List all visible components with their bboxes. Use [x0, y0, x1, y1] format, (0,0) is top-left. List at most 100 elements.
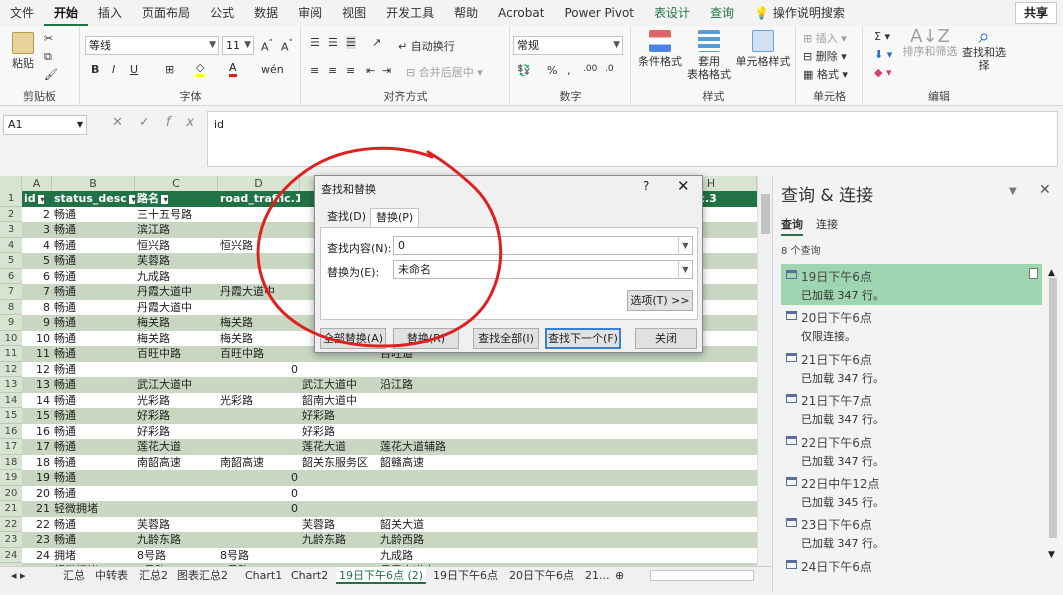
orientation-icon[interactable]: ↗: [372, 36, 381, 49]
number-format-combo[interactable]: 常规 ▼: [513, 36, 623, 55]
table-cell[interactable]: 武江大道中: [300, 377, 378, 393]
row-header[interactable]: 16: [0, 423, 22, 439]
table-cell[interactable]: 畅通: [52, 455, 135, 471]
header-cell[interactable]: 路名 ▾: [135, 191, 218, 207]
replace-button[interactable]: 替换(R): [393, 328, 459, 349]
table-cell[interactable]: 梅关路: [135, 315, 218, 331]
tab-queries[interactable]: 查询: [781, 216, 803, 236]
query-item[interactable]: 21日下午7点 已加载 347 行。: [781, 388, 1042, 429]
row-header[interactable]: 7: [0, 284, 22, 300]
close-icon[interactable]: ✕: [1039, 182, 1051, 198]
select-all-corner[interactable]: [0, 176, 22, 191]
find-next-button[interactable]: 查找下一个(F): [545, 328, 621, 349]
table-cell[interactable]: [218, 207, 300, 223]
table-cell[interactable]: 百旺中路: [218, 346, 300, 362]
align-left-icon[interactable]: ≡: [310, 64, 319, 77]
formula-input[interactable]: id: [207, 111, 1058, 167]
filter-dropdown-icon[interactable]: ▾: [161, 195, 168, 204]
phonetic-icon[interactable]: wén: [261, 63, 284, 76]
align-center-icon[interactable]: ≡: [328, 64, 337, 77]
table-cell[interactable]: [218, 222, 300, 238]
grow-font-icon[interactable]: A˄: [261, 38, 273, 54]
table-cell[interactable]: 九龄东路: [135, 532, 218, 548]
font-color-icon[interactable]: A: [229, 61, 237, 77]
table-cell[interactable]: 恒兴路: [135, 238, 218, 254]
table-cell[interactable]: 韶关东服务区: [300, 455, 378, 471]
table-cell[interactable]: 梅关路: [135, 331, 218, 347]
table-cell[interactable]: 7: [22, 284, 52, 300]
table-cell[interactable]: 9: [22, 315, 52, 331]
row-header[interactable]: 22: [0, 516, 22, 532]
table-cell[interactable]: 13: [22, 377, 52, 393]
table-cell[interactable]: 滨江路: [135, 222, 218, 238]
table-cell[interactable]: 拥堵: [52, 548, 135, 564]
scroll-up-icon[interactable]: ▲: [1048, 268, 1055, 278]
menu-tab-1[interactable]: 开始: [44, 0, 89, 26]
sheet-tab[interactable]: 汇总2: [136, 567, 171, 584]
table-cell[interactable]: [135, 501, 218, 517]
table-cell[interactable]: 畅通: [52, 331, 135, 347]
table-cell[interactable]: 6: [22, 269, 52, 285]
table-cell[interactable]: 0: [218, 362, 300, 378]
table-cell[interactable]: 20: [22, 486, 52, 502]
table-cell[interactable]: [218, 424, 300, 440]
fill-color-icon[interactable]: ◇: [196, 61, 205, 77]
row-header[interactable]: 3: [0, 222, 22, 238]
table-cell[interactable]: 0: [218, 486, 300, 502]
italic-button[interactable]: I: [112, 63, 115, 76]
row-header[interactable]: 6: [0, 268, 22, 284]
column-header[interactable]: A: [22, 176, 52, 191]
table-cell[interactable]: 畅通: [52, 284, 135, 300]
row-header[interactable]: 4: [0, 237, 22, 253]
menu-tab-5[interactable]: 数据: [244, 0, 288, 26]
tab-replace[interactable]: 替换(P): [370, 208, 420, 228]
query-item[interactable]: 20日下午6点 仅限连接。: [781, 305, 1042, 346]
table-cell[interactable]: 畅通: [52, 439, 135, 455]
row-header[interactable]: 17: [0, 439, 22, 455]
row-header[interactable]: 18: [0, 454, 22, 470]
table-cell[interactable]: 丹霞大道中: [135, 284, 218, 300]
table-cell[interactable]: 三十五号路: [135, 207, 218, 223]
copy-icon[interactable]: ⧉: [44, 50, 52, 64]
table-cell[interactable]: 好彩路: [300, 424, 378, 440]
row-header[interactable]: 12: [0, 361, 22, 377]
table-cell[interactable]: 南韶高速: [135, 455, 218, 471]
row-header[interactable]: 2: [0, 206, 22, 222]
format-cells-button[interactable]: ▦ 格式 ▾: [803, 66, 848, 82]
borders-icon[interactable]: ⊞: [165, 63, 174, 76]
decrease-indent-icon[interactable]: ⇤: [366, 64, 375, 77]
table-cell[interactable]: 5: [22, 253, 52, 269]
table-cell[interactable]: [135, 362, 218, 378]
table-cell[interactable]: 8: [22, 300, 52, 316]
font-size-combo[interactable]: 11 ▼: [222, 36, 254, 55]
row-header[interactable]: 23: [0, 532, 22, 548]
table-cell[interactable]: 畅通: [52, 486, 135, 502]
table-cell[interactable]: 22: [22, 517, 52, 533]
help-icon[interactable]: ?: [643, 179, 649, 193]
menu-tab-11[interactable]: Power Pivot: [554, 0, 644, 26]
scroll-thumb[interactable]: [1049, 278, 1057, 538]
currency-icon[interactable]: 💱: [517, 64, 531, 77]
table-cell[interactable]: [218, 408, 300, 424]
align-bottom-icon[interactable]: ☰: [346, 36, 356, 49]
table-cell[interactable]: 畅通: [52, 393, 135, 409]
merge-center-button[interactable]: ⊟ 合并后居中 ▾: [406, 64, 483, 80]
table-cell[interactable]: 梅关路: [218, 315, 300, 331]
table-cell[interactable]: [218, 532, 300, 548]
query-item[interactable]: 24日下午6点: [781, 554, 1042, 595]
table-cell[interactable]: 丹霞大道中: [135, 300, 218, 316]
comma-icon[interactable]: ,: [567, 64, 571, 77]
table-cell[interactable]: 芙蓉路: [300, 517, 378, 533]
table-cell[interactable]: 梅关路: [218, 331, 300, 347]
row-header[interactable]: 13: [0, 377, 22, 393]
horizontal-scrollbar[interactable]: [650, 570, 754, 581]
table-cell[interactable]: 畅通: [52, 424, 135, 440]
tell-me-search[interactable]: 💡 操作说明搜索: [744, 0, 855, 26]
replace-with-input[interactable]: 未命名 ▼: [393, 260, 693, 279]
table-cell[interactable]: [300, 548, 378, 564]
find-what-input[interactable]: 0 ▼: [393, 236, 693, 255]
table-cell[interactable]: 21: [22, 501, 52, 517]
table-cell[interactable]: 南韶高速: [218, 455, 300, 471]
query-item[interactable]: 22日下午6点 已加载 347 行。: [781, 430, 1042, 471]
find-select-button[interactable]: ⌕ 查找和选择: [958, 26, 1010, 72]
